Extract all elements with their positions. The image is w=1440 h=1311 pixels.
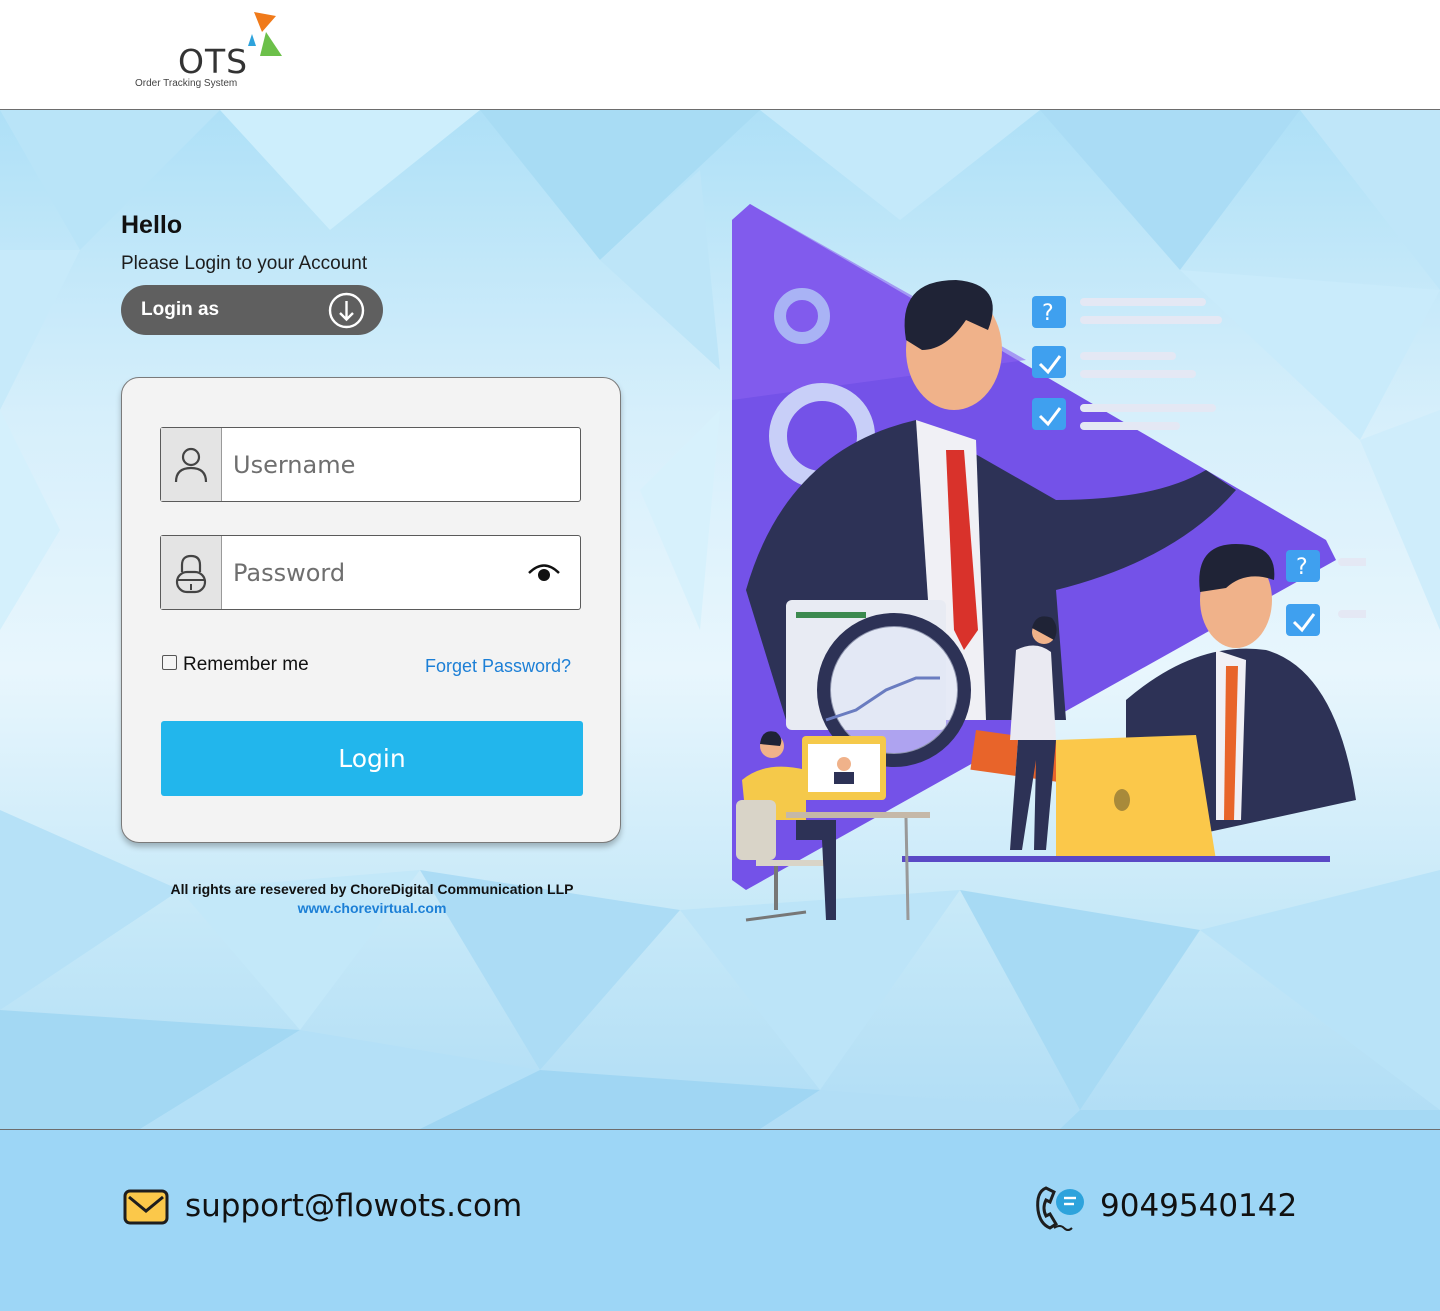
user-icon	[174, 447, 208, 483]
password-icon-box	[161, 536, 222, 609]
ots-logo[interactable]: OTS Order Tracking System	[132, 8, 292, 96]
remember-me-label[interactable]: Remember me	[183, 654, 309, 676]
login-section: Hello Please Login to your Account Login…	[0, 110, 1440, 1129]
password-field[interactable]	[160, 535, 581, 610]
eye-icon[interactable]	[527, 560, 561, 586]
greeting-heading: Hello	[121, 211, 183, 239]
logo-subtitle: Order Tracking System	[135, 78, 238, 89]
login-button[interactable]: Login	[161, 721, 583, 796]
phone-chat-icon	[1036, 1186, 1084, 1231]
login-as-dropdown[interactable]: Login as	[121, 285, 383, 335]
login-form: Remember me Forget Password? Login	[121, 377, 621, 843]
copyright-text: All rights are resevered by ChoreDigital…	[170, 881, 574, 897]
lock-icon	[175, 554, 207, 594]
business-illustration: ? ?	[732, 204, 1366, 922]
username-icon-box	[161, 428, 222, 501]
website-link[interactable]: www.chorevirtual.com	[121, 900, 623, 916]
remember-me-checkbox[interactable]	[162, 655, 177, 670]
svg-text:?: ?	[1296, 555, 1308, 580]
arrow-down-circle-icon	[328, 292, 365, 329]
footer: support@flowots.com 9049540142	[0, 1129, 1440, 1311]
password-input[interactable]	[233, 556, 523, 590]
username-field[interactable]	[160, 427, 581, 502]
forgot-password-link[interactable]: Forget Password?	[425, 656, 571, 677]
svg-text:?: ?	[1042, 301, 1054, 326]
mail-icon	[123, 1189, 169, 1225]
support-email[interactable]: support@flowots.com	[185, 1188, 522, 1224]
logo-text: OTS	[178, 42, 249, 81]
header: OTS Order Tracking System	[0, 0, 1440, 110]
support-phone[interactable]: 9049540142	[1100, 1188, 1297, 1224]
login-as-label: Login as	[141, 299, 220, 320]
username-input[interactable]	[233, 448, 523, 482]
login-subtitle: Please Login to your Account	[121, 253, 368, 274]
